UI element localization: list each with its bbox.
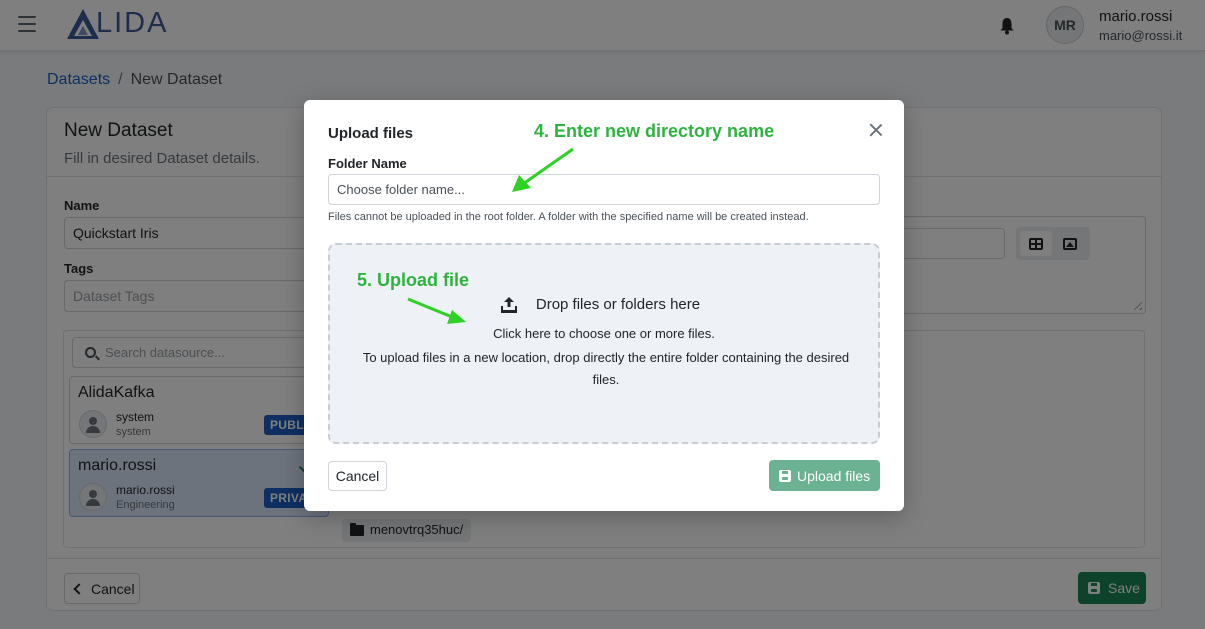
upload-files-modal: Upload files Folder Name Files cannot be… bbox=[304, 100, 904, 511]
upload-files-button[interactable]: Upload files bbox=[769, 460, 880, 491]
upload-files-label: Upload files bbox=[797, 467, 871, 484]
dropzone-instruction: Click here to choose one or more files. bbox=[493, 326, 715, 341]
modal-cancel-button[interactable]: Cancel bbox=[328, 461, 387, 491]
folder-name-label: Folder Name bbox=[328, 156, 407, 171]
dropzone-folder-hint: To upload files in a new location, drop … bbox=[362, 350, 850, 387]
save-icon bbox=[779, 470, 791, 482]
annotation-step-5: 5. Upload file bbox=[357, 270, 470, 290]
annotation-step-4: 4. Enter new directory name bbox=[534, 121, 775, 141]
close-icon[interactable] bbox=[867, 121, 885, 139]
dropzone-title: Drop files or folders here bbox=[535, 296, 701, 313]
folder-name-input[interactable] bbox=[328, 174, 880, 205]
folder-help-text: Files cannot be uploaded in the root fol… bbox=[328, 211, 809, 223]
modal-title: Upload files bbox=[328, 125, 414, 142]
